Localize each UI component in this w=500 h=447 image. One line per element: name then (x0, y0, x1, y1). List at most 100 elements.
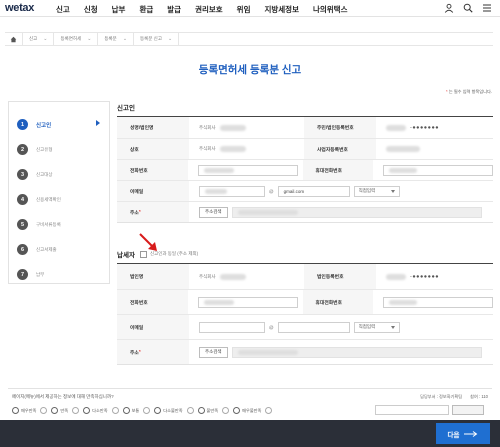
redacted-text (386, 124, 406, 131)
top-icons (444, 3, 492, 13)
redacted-text (219, 146, 246, 152)
breadcrumb-item-registration[interactable]: 등록분 ⌄ (98, 32, 135, 46)
taxpayer-section-title: 납세자 (117, 252, 135, 259)
email-id-input[interactable] (199, 321, 265, 333)
reporter-row-address: 주소 * 주소검색 (117, 201, 493, 222)
email-domain-input[interactable]: gmail.com (277, 185, 350, 197)
satisfaction-submit-button[interactable] (452, 405, 484, 415)
satisfaction-option[interactable]: 만족 (51, 407, 80, 414)
address-input[interactable] (231, 346, 482, 358)
chevron-down-icon: ⌄ (43, 36, 48, 42)
mobile-label: 휴대전화번호 (302, 160, 373, 180)
menu-item-issue[interactable]: 발급 (167, 4, 181, 15)
chevron-down-icon: ⌄ (87, 36, 92, 42)
redacted-text (386, 146, 420, 152)
address-search-button[interactable]: 주소검색 (199, 346, 228, 358)
menu-item-delegate[interactable]: 위임 (237, 4, 251, 15)
radio-button[interactable] (111, 407, 119, 414)
taxpayer-row-email: 이메일 @ 직접입력 (117, 314, 493, 339)
smile-face-icon (12, 407, 19, 414)
menu-item-refund[interactable]: 환급 (139, 4, 153, 15)
company-label: 상호 (117, 139, 189, 159)
home-icon[interactable] (5, 32, 23, 46)
radio-button[interactable] (222, 407, 230, 414)
redacted-text (386, 273, 406, 280)
frown-face-icon (154, 407, 162, 414)
breadcrumb-item-registration-report[interactable]: 등록분 신고 ⌄ (134, 32, 180, 46)
wetax-logo[interactable]: wetax (5, 2, 34, 14)
reporter-form: 성명/법인명 주식회사 주민/법인등록번호 -●●●●●●● 상호 주식회사 사… (117, 117, 493, 223)
corp-name-value: 주식회사 (199, 273, 216, 279)
frown-face-icon (233, 407, 241, 414)
menu-item-local-tax-info[interactable]: 지방세정보 (264, 4, 299, 15)
satisfaction-option[interactable]: 불만족 (197, 407, 230, 414)
reg-number-label: 주민/법인등록번호 (304, 117, 376, 138)
footer-action-bar: 다음 (0, 420, 500, 447)
address-label: 주소 * (117, 340, 189, 364)
menu-icon[interactable] (482, 3, 492, 13)
step-5-documents[interactable]: 5 구비서류등록 (9, 212, 109, 237)
page-title: 등록면허세 등록분 신고 (198, 64, 302, 76)
menu-item-apply[interactable]: 신청 (84, 4, 98, 15)
reporter-section-title: 신고인 (117, 105, 135, 112)
email-label: 이메일 (117, 315, 189, 339)
mobile-label: 휴대전화번호 (302, 290, 373, 314)
satisfaction-option[interactable]: 매우만족 (12, 407, 48, 414)
mobile-input[interactable] (383, 164, 493, 176)
satisfaction-comment-input[interactable] (375, 405, 449, 415)
email-domain-select[interactable]: 직접입력 (353, 185, 400, 197)
step-2-report-type[interactable]: 2 신고유형 (9, 137, 109, 162)
step-4-tax-check[interactable]: 4 신용세액확인 (9, 187, 109, 212)
step-3-report-target[interactable]: 3 신고대상 (9, 162, 109, 187)
step-navigation: 1 신고인 2 신고유형 3 신고대상 4 신용세액확인 5 구비서류등록 6 … (8, 101, 110, 284)
email-domain-input[interactable] (277, 321, 350, 333)
breadcrumb: 신고 ⌄ 등록면허세 ⌄ 등록분 ⌄ 등록분 신고 ⌄ (5, 32, 493, 46)
biz-number-label: 사업자등록번호 (304, 139, 376, 159)
same-as-reporter-checkbox[interactable] (139, 250, 147, 258)
email-domain-select[interactable]: 직접입력 (353, 321, 400, 333)
address-input[interactable] (231, 206, 482, 218)
company-value: 주식회사 (199, 146, 216, 151)
menu-item-report[interactable]: 신고 (56, 4, 70, 15)
smile-face-icon (51, 407, 59, 414)
satisfaction-option[interactable]: 보통 (122, 407, 151, 414)
taxpayer-row-name: 법인명 주식회사 법인등록번호 -●●●●●●● (117, 264, 493, 289)
email-id-input[interactable] (199, 185, 265, 197)
radio-button[interactable] (72, 407, 80, 414)
taxpayer-row-address: 주소 * 주소검색 (117, 339, 493, 364)
radio-button[interactable] (186, 407, 194, 414)
step-7-payment[interactable]: 7 납부 (9, 262, 109, 287)
step-6-submit[interactable]: 6 신고서제출 (9, 237, 109, 262)
user-icon[interactable] (444, 3, 454, 13)
same-as-reporter-label[interactable]: 신고인과 동일 (주소 제외) (150, 251, 198, 257)
mobile-input[interactable] (383, 296, 493, 308)
menu-item-my-wetax[interactable]: 나의위택스 (313, 4, 348, 15)
menu-item-rights[interactable]: 권리보호 (195, 4, 223, 15)
satisfaction-options: 매우만족 만족 다소만족 보통 다소불만족 불만족 매우불만족 (12, 407, 273, 414)
next-button[interactable]: 다음 (436, 423, 490, 444)
breadcrumb-item-report[interactable]: 신고 ⌄ (23, 32, 55, 46)
phone-input[interactable] (197, 296, 298, 308)
reporter-row-company: 상호 주식회사 사업자등록번호 (117, 138, 493, 159)
reporter-row-name: 성명/법인명 주식회사 주민/법인등록번호 -●●●●●●● (117, 117, 493, 138)
breadcrumb-item-registration-tax[interactable]: 등록면허세 ⌄ (54, 32, 99, 46)
frown-face-icon (197, 407, 205, 414)
name-label: 성명/법인명 (117, 117, 189, 138)
name-value: 주식회사 (199, 124, 216, 130)
arrow-right-icon (464, 430, 478, 437)
radio-button[interactable] (265, 407, 273, 414)
menu-item-pay[interactable]: 납부 (112, 4, 126, 15)
radio-button[interactable] (143, 407, 151, 414)
satisfaction-option[interactable]: 다소불만족 (154, 407, 194, 414)
step-1-reporter[interactable]: 1 신고인 (9, 112, 109, 137)
radio-button[interactable] (40, 407, 48, 414)
reporter-row-phone: 전화번호 휴대전화번호 (117, 159, 493, 180)
reporter-row-email: 이메일 @ gmail.com 직접입력 (117, 180, 493, 201)
participation-count: 참여 : 110 (470, 394, 488, 399)
satisfaction-option[interactable]: 다소만족 (83, 407, 119, 414)
address-search-button[interactable]: 주소검색 (199, 206, 228, 218)
phone-input[interactable] (197, 164, 298, 176)
satisfaction-option[interactable]: 매우불만족 (233, 407, 273, 414)
search-icon[interactable] (463, 3, 473, 13)
corp-name-label: 법인명 (117, 264, 189, 289)
